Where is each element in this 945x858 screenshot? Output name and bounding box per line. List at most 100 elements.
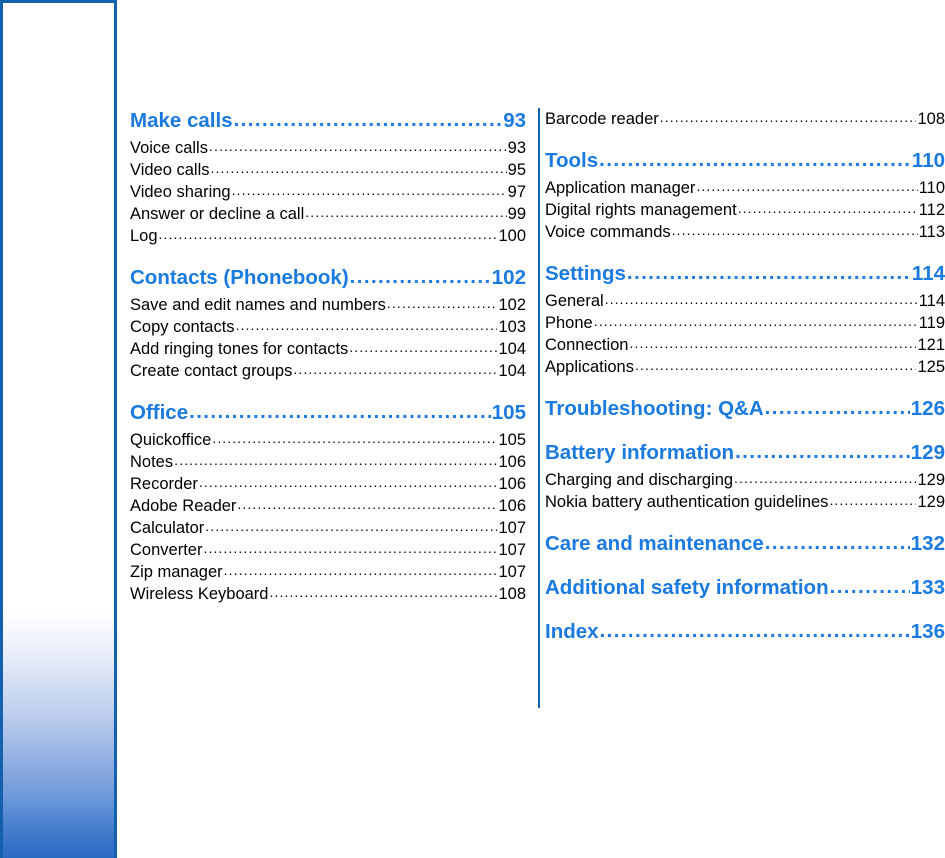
toc-entry-row[interactable]: Adobe Reader ...........................… xyxy=(130,495,526,517)
toc-entry-row[interactable]: Create contact groups...................… xyxy=(130,360,526,382)
toc-entry-row[interactable]: Voice calls.............................… xyxy=(130,137,526,159)
toc-entry-row[interactable]: Voice commands .........................… xyxy=(545,221,945,243)
toc-leader-dots: ........................................… xyxy=(231,182,507,198)
toc-page-number: 125 xyxy=(917,358,945,376)
toc-page-number: 119 xyxy=(918,314,945,332)
toc-label: Video sharing xyxy=(130,183,231,201)
toc-leader-dots: ........................................… xyxy=(235,317,498,333)
toc-label: Index xyxy=(545,620,599,643)
toc-label: Zip manager xyxy=(130,563,223,581)
toc-label: Applications xyxy=(545,358,634,376)
toc-section-row[interactable]: Tools...................................… xyxy=(545,148,945,174)
toc-label: Answer or decline a call xyxy=(130,205,305,223)
toc-page-number: 99 xyxy=(507,205,526,223)
toc-entry-row[interactable]: Connection .............................… xyxy=(545,334,945,356)
toc-entry-row[interactable]: Video sharing...........................… xyxy=(130,181,526,203)
toc-leader-dots: ........................................… xyxy=(735,440,910,463)
toc-page-number: 121 xyxy=(917,336,945,354)
toc-entry-row[interactable]: Zip manager ............................… xyxy=(130,561,526,583)
toc-label: Application manager xyxy=(545,179,696,197)
toc-entry-row[interactable]: Calculator .............................… xyxy=(130,517,526,539)
toc-page-number: 107 xyxy=(498,541,526,559)
toc-label: Wireless Keyboard xyxy=(130,585,269,603)
toc-label: Barcode reader xyxy=(545,110,659,128)
toc-leader-dots: ........................................… xyxy=(223,562,498,578)
toc-page-number: 132 xyxy=(910,532,945,555)
toc-entry-row[interactable]: Charging and discharging................… xyxy=(545,469,945,491)
toc-section-row[interactable]: Office..................................… xyxy=(130,400,526,426)
toc-entry-row[interactable]: Add ringing tones for contacts..........… xyxy=(130,338,526,360)
toc-entry-row[interactable]: Video calls.............................… xyxy=(130,159,526,181)
toc-section-row[interactable]: Index ..................................… xyxy=(545,619,945,645)
toc-leader-dots: ........................................… xyxy=(349,339,497,355)
toc-entry-row[interactable]: Answer or decline a call................… xyxy=(130,203,526,225)
toc-page-number: 129 xyxy=(910,441,945,464)
toc-entry-row[interactable]: Digital rights management ..............… xyxy=(545,199,945,221)
toc-leader-dots: ........................................… xyxy=(205,518,497,534)
toc-label: Care and maintenance xyxy=(545,532,764,555)
toc-page-number: 110 xyxy=(918,179,945,197)
toc-entry-row[interactable]: Converter ..............................… xyxy=(130,539,526,561)
toc-section-row[interactable]: Additional safety information...........… xyxy=(545,575,945,601)
toc-label: Make calls xyxy=(130,109,233,132)
toc-leader-dots: ........................................… xyxy=(203,540,498,556)
toc-label: Nokia battery authentication guidelines xyxy=(545,493,829,511)
toc-label: Settings xyxy=(545,262,626,285)
toc-leader-dots: ........................................… xyxy=(659,109,917,125)
toc-entry-row[interactable]: Applications ...........................… xyxy=(545,356,945,378)
toc-section-row[interactable]: Contacts (Phonebook) ...................… xyxy=(130,265,526,291)
toc-page-number: 106 xyxy=(498,453,526,471)
toc-label: Tools xyxy=(545,149,599,172)
table-of-contents: Make calls..............................… xyxy=(130,108,945,718)
toc-leader-dots: ........................................… xyxy=(349,265,491,288)
toc-page-number: 107 xyxy=(498,563,526,581)
toc-leader-dots: ........................................… xyxy=(174,452,497,468)
toc-entry-row[interactable]: Copy contacts ..........................… xyxy=(130,316,526,338)
toc-section-row[interactable]: Battery information ....................… xyxy=(545,440,945,466)
toc-label: Create contact groups xyxy=(130,362,293,380)
toc-leader-dots: ........................................… xyxy=(293,361,498,377)
toc-entry-row[interactable]: Log ....................................… xyxy=(130,225,526,247)
toc-label: Charging and discharging xyxy=(545,471,734,489)
toc-label: Additional safety information xyxy=(545,576,829,599)
toc-entry-row[interactable]: Barcode reader .........................… xyxy=(545,108,945,130)
toc-page-number: 108 xyxy=(498,585,526,603)
toc-leader-dots: ........................................… xyxy=(604,291,918,307)
toc-entry-row[interactable]: Recorder ...............................… xyxy=(130,473,526,495)
toc-column-right: Barcode reader .........................… xyxy=(545,108,945,648)
toc-entry-row[interactable]: Quickoffice ............................… xyxy=(130,429,526,451)
toc-section-row[interactable]: Troubleshooting: Q&A ...................… xyxy=(545,396,945,422)
toc-page-number: 129 xyxy=(917,493,945,511)
toc-entry-row[interactable]: Phone ..................................… xyxy=(545,312,945,334)
toc-entry-row[interactable]: Notes ..................................… xyxy=(130,451,526,473)
toc-section-row[interactable]: Settings ...............................… xyxy=(545,261,945,287)
toc-leader-dots: ........................................… xyxy=(626,261,911,284)
toc-entry-row[interactable]: General ................................… xyxy=(545,290,945,312)
toc-label: Voice commands xyxy=(545,223,671,241)
toc-entry-row[interactable]: Save and edit names and numbers.........… xyxy=(130,294,526,316)
toc-page-number: 114 xyxy=(911,262,945,285)
toc-entry-row[interactable]: Wireless Keyboard ......................… xyxy=(130,583,526,605)
toc-entry-row[interactable]: Application manager ....................… xyxy=(545,177,945,199)
toc-leader-dots: ........................................… xyxy=(198,474,498,490)
toc-page-number: 105 xyxy=(491,401,526,424)
toc-page-number: 93 xyxy=(507,139,526,157)
toc-leader-dots: ........................................… xyxy=(233,108,503,131)
toc-leader-dots: ........................................… xyxy=(634,357,917,373)
toc-label: General xyxy=(545,292,604,310)
toc-leader-dots: ........................................… xyxy=(599,619,910,642)
toc-label: Office xyxy=(130,401,189,424)
sidebar-white-panel xyxy=(0,0,117,616)
toc-entry-row[interactable]: Nokia battery authentication guidelines … xyxy=(545,491,945,513)
toc-leader-dots: ........................................… xyxy=(829,492,917,508)
toc-page-number: 126 xyxy=(910,397,945,420)
toc-leader-dots: ........................................… xyxy=(386,295,498,311)
toc-page-number: 104 xyxy=(498,340,526,358)
toc-page-number: 133 xyxy=(910,576,945,599)
toc-label: Add ringing tones for contacts xyxy=(130,340,349,358)
toc-section-row[interactable]: Care and maintenance ...................… xyxy=(545,531,945,557)
toc-section-row[interactable]: Make calls..............................… xyxy=(130,108,526,134)
toc-label: Notes xyxy=(130,453,174,471)
toc-leader-dots: ........................................… xyxy=(671,222,918,238)
toc-leader-dots: ........................................… xyxy=(829,575,910,598)
